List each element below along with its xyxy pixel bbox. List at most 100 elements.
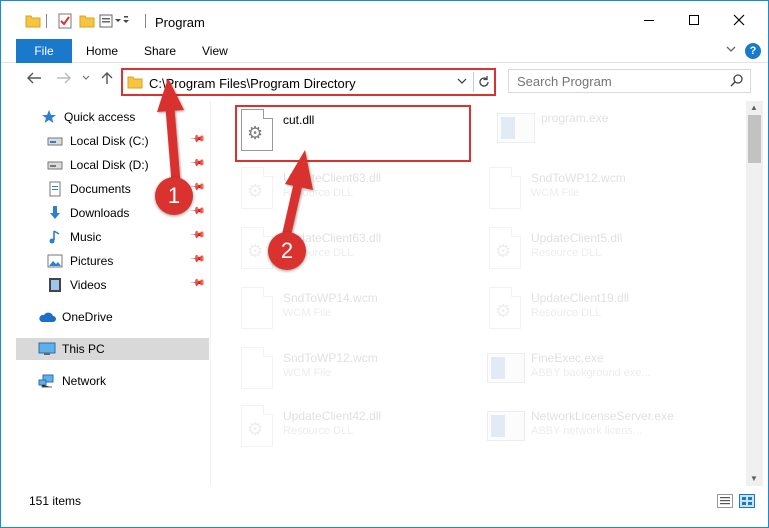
file-type: WCM File [531,187,580,199]
sidebar-item-quick-access[interactable]: Quick access [16,106,209,128]
exe-icon [495,107,535,155]
sidebar-item-label: Local Disk (D:) [70,158,149,172]
pin-icon: 📌 [188,131,206,148]
file-item[interactable]: ⚙ UpdateClient19.dll Resource DLL [485,287,725,339]
pin-icon: 📌 [188,155,206,172]
file-name: UpdateClient19.dll [531,291,630,305]
forward-button[interactable] [56,71,72,89]
file-name: UpdateClient63.dll [283,171,382,185]
file-type: Resource DLL [283,187,354,199]
maximize-button[interactable] [671,1,717,39]
sidebar-item-label: Music [70,230,102,244]
sidebar-item-this-pc[interactable]: This PC [16,338,209,360]
title-separator [46,14,47,28]
file-type: Resource DLL [283,425,354,437]
refresh-button[interactable] [473,72,493,92]
file-icon [237,347,277,395]
sidebar-item-label: Local Disk (C:) [70,134,149,148]
help-button[interactable]: ? [745,43,761,59]
pictures-icon [46,253,64,269]
status-bar: 151 items [1,489,768,513]
file-item[interactable]: ⚙ UpdateClient42.dll Resource DLL [237,405,477,457]
file-icon [485,167,525,215]
file-type: WCM File [283,367,332,379]
expand-ribbon-icon[interactable] [725,43,737,58]
music-icon [46,229,64,245]
drive-icon [46,157,64,173]
recent-locations-button[interactable] [81,71,91,89]
sidebar-item-pictures[interactable]: Pictures 📌 [16,250,209,272]
item-count: 151 items [29,494,82,508]
file-item[interactable]: NetworkLicenseServer.exe ABBY network li… [485,405,725,457]
sidebar-item-label: OneDrive [62,310,113,324]
large-icons-view-icon[interactable] [739,494,755,508]
star-icon [40,109,58,125]
sidebar-item-videos[interactable]: Videos 📌 [16,274,209,296]
folder-icon [25,11,41,31]
address-bar[interactable]: C:\Program Files\Program Directory [121,68,496,96]
file-item[interactable]: ⚙ UpdateClient5.dll Resource DLL [485,227,725,279]
file-item[interactable]: FineExec.exe ABBY background exe... [485,347,725,399]
file-type: ABBY background exe... [531,367,651,379]
scroll-down-icon[interactable]: ▼ [750,474,758,483]
exe-icon [485,347,525,395]
title-separator [145,14,146,28]
sidebar-item-local-disk-d[interactable]: Local Disk (D:) 📌 [16,154,209,176]
sidebar-item-local-disk-c[interactable]: Local Disk (C:) 📌 [16,130,209,152]
sidebar-item-label: Videos [70,278,107,292]
vertical-scrollbar[interactable]: ▲ ▼ [746,101,763,486]
pin-icon: 📌 [188,227,206,244]
tab-view[interactable]: View [202,44,228,58]
annotation-badge-2: 2 [268,232,306,270]
file-item[interactable]: SndToWP12.wcm WCM File [485,167,725,219]
back-button[interactable] [26,71,42,89]
tab-file[interactable]: File [16,39,72,63]
dll-icon: ⚙ [485,287,525,335]
dll-icon: ⚙ [237,167,277,215]
sidebar-item-music[interactable]: Music 📌 [16,226,209,248]
tab-share[interactable]: Share [144,44,176,58]
window-title: Program [155,15,205,30]
sidebar-item-label: Documents [70,182,131,196]
properties-check-icon[interactable] [57,11,73,31]
dll-icon: ⚙ [237,405,277,453]
title-bar: Program [1,1,768,39]
download-icon [46,205,64,221]
file-icon: ⚙ [485,227,525,275]
search-icon[interactable] [730,73,744,90]
file-list: ⚙ cut.dll program.exe ⚙ UpdateClient63.d… [213,101,746,486]
search-box[interactable] [508,69,751,93]
scroll-up-icon[interactable]: ▲ [750,103,758,112]
minimize-button[interactable] [626,1,672,39]
file-highlight-box [235,105,471,162]
explorer-window: Program File Home Share View ? C:\Progra… [0,0,769,528]
computer-icon [38,341,56,357]
network-icon [38,373,56,389]
cloud-icon [38,309,56,325]
folder-icon [127,74,143,93]
file-name: program.exe [541,111,609,125]
customize-qat-icon[interactable] [99,11,129,31]
search-input[interactable] [517,70,717,92]
sidebar-item-label: This PC [62,342,105,356]
up-button[interactable] [100,71,114,89]
close-button[interactable] [716,1,762,39]
file-name: SndToWP12.wcm [283,351,378,365]
new-folder-icon[interactable] [79,11,95,31]
ribbon-tabs: File Home Share View ? [1,39,768,63]
details-view-icon[interactable] [717,494,733,508]
file-name: SndToWP14.wcm [283,291,378,305]
file-item[interactable]: ⚙ UpdateClient63.dll Resource DLL [237,167,477,219]
address-path[interactable]: C:\Program Files\Program Directory [149,76,356,91]
file-item-program-exe[interactable]: program.exe [495,107,735,159]
navigation-pane: Quick access Local Disk (C:) 📌 Local Dis… [16,101,211,486]
address-dropdown-icon[interactable] [457,74,467,91]
file-item[interactable]: SndToWP12.wcm WCM File [237,347,477,399]
sidebar-item-network[interactable]: Network [16,370,209,392]
file-item[interactable]: SndToWP14.wcm WCM File [237,287,477,339]
pin-icon: 📌 [188,251,206,268]
file-name: UpdateClient5.dll [531,231,623,245]
tab-home[interactable]: Home [86,44,118,58]
scrollbar-thumb[interactable] [748,115,761,163]
sidebar-item-onedrive[interactable]: OneDrive [16,306,209,328]
